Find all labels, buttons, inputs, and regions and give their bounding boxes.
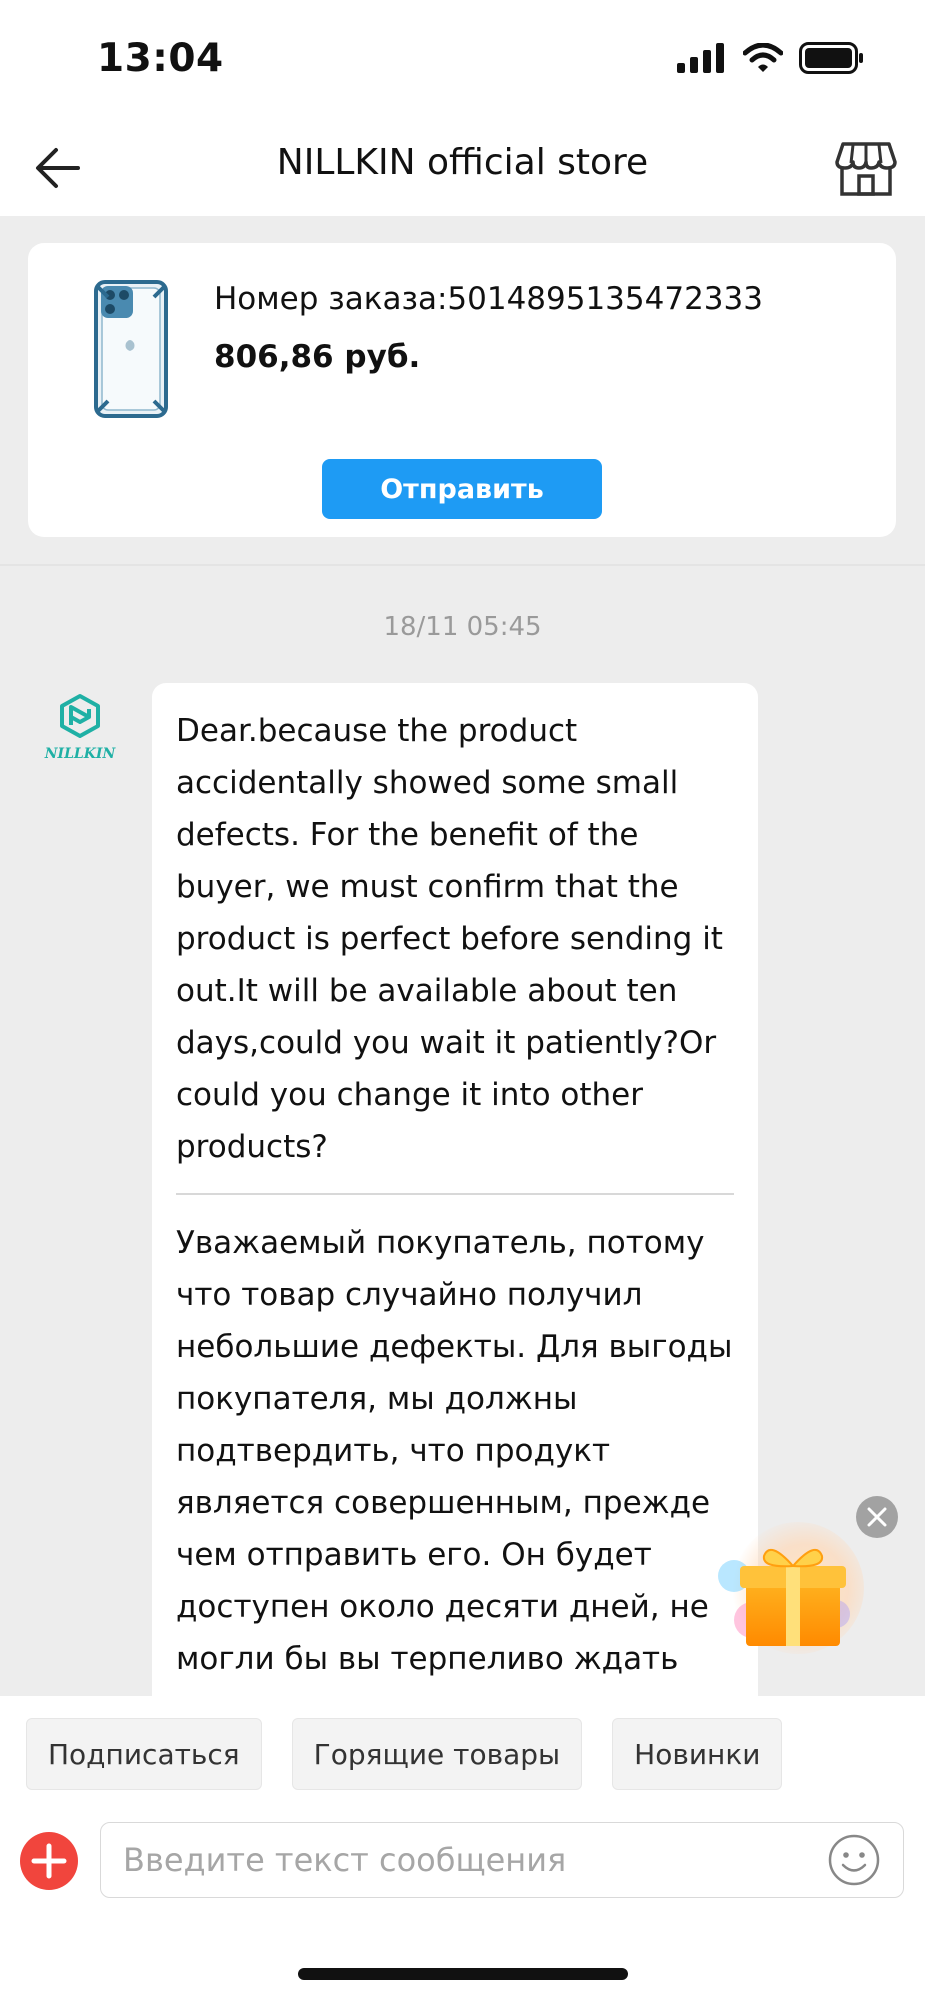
message-timestamp: 18/11 05:45 <box>383 612 542 642</box>
composer: Введите текст сообщения <box>0 1822 925 1906</box>
message-input[interactable]: Введите текст сообщения <box>100 1822 904 1898</box>
send-order-button[interactable]: Отправить <box>322 459 602 519</box>
home-indicator[interactable] <box>298 1968 628 1980</box>
order-number: Номер заказа:5014895135472333 <box>214 281 763 317</box>
quick-replies: Подписаться Горящие товары Новинки <box>26 1718 783 1790</box>
order-price: 806,86 руб. <box>214 339 421 375</box>
phone-case-icon <box>94 280 168 418</box>
wifi-icon <box>743 43 783 72</box>
message-text-en: Dear.because the product accidentally sh… <box>176 713 723 1165</box>
emoji-button[interactable] <box>827 1833 881 1887</box>
gift-promo[interactable] <box>712 1518 868 1658</box>
message-bubble[interactable]: Dear.because the product accidentally sh… <box>152 683 758 1713</box>
nillkin-logo-icon: NILLKIN <box>44 694 117 762</box>
status-bar: 13:04 <box>0 0 925 120</box>
quick-reply-hot-products[interactable]: Горящие товары <box>291 1718 583 1790</box>
quick-reply-subscribe[interactable]: Подписаться <box>26 1718 262 1790</box>
page-title: NILLKIN official store <box>276 142 649 183</box>
add-attachment-button[interactable] <box>20 1832 78 1890</box>
avatar-logo-text: NILLKIN <box>44 746 117 762</box>
nav-bar: NILLKIN official store <box>0 120 925 216</box>
plus-icon <box>31 1843 67 1879</box>
gift-box-icon <box>718 1522 864 1654</box>
cellular-signal-icon <box>677 43 724 73</box>
bottom-panel: Подписаться Горящие товары Новинки Введи… <box>0 1696 925 2000</box>
message-text-ru: Уважаемый покупатель, потому что товар с… <box>176 1225 733 1677</box>
smiley-icon <box>828 1834 880 1886</box>
status-time: 13:04 <box>97 36 224 81</box>
message-input-placeholder: Введите текст сообщения <box>123 1841 567 1879</box>
seller-avatar[interactable]: NILLKIN <box>38 690 122 774</box>
section-divider <box>0 564 925 566</box>
store-button[interactable] <box>835 136 897 198</box>
storefront-icon <box>835 142 897 196</box>
quick-reply-new-arrivals[interactable]: Новинки <box>612 1718 783 1790</box>
order-thumbnail[interactable] <box>86 279 180 419</box>
close-icon <box>867 1507 887 1527</box>
translation-divider <box>176 1193 734 1195</box>
battery-icon <box>799 42 863 74</box>
status-icons <box>677 42 865 74</box>
order-card[interactable]: Номер заказа:5014895135472333 806,86 руб… <box>28 243 896 537</box>
